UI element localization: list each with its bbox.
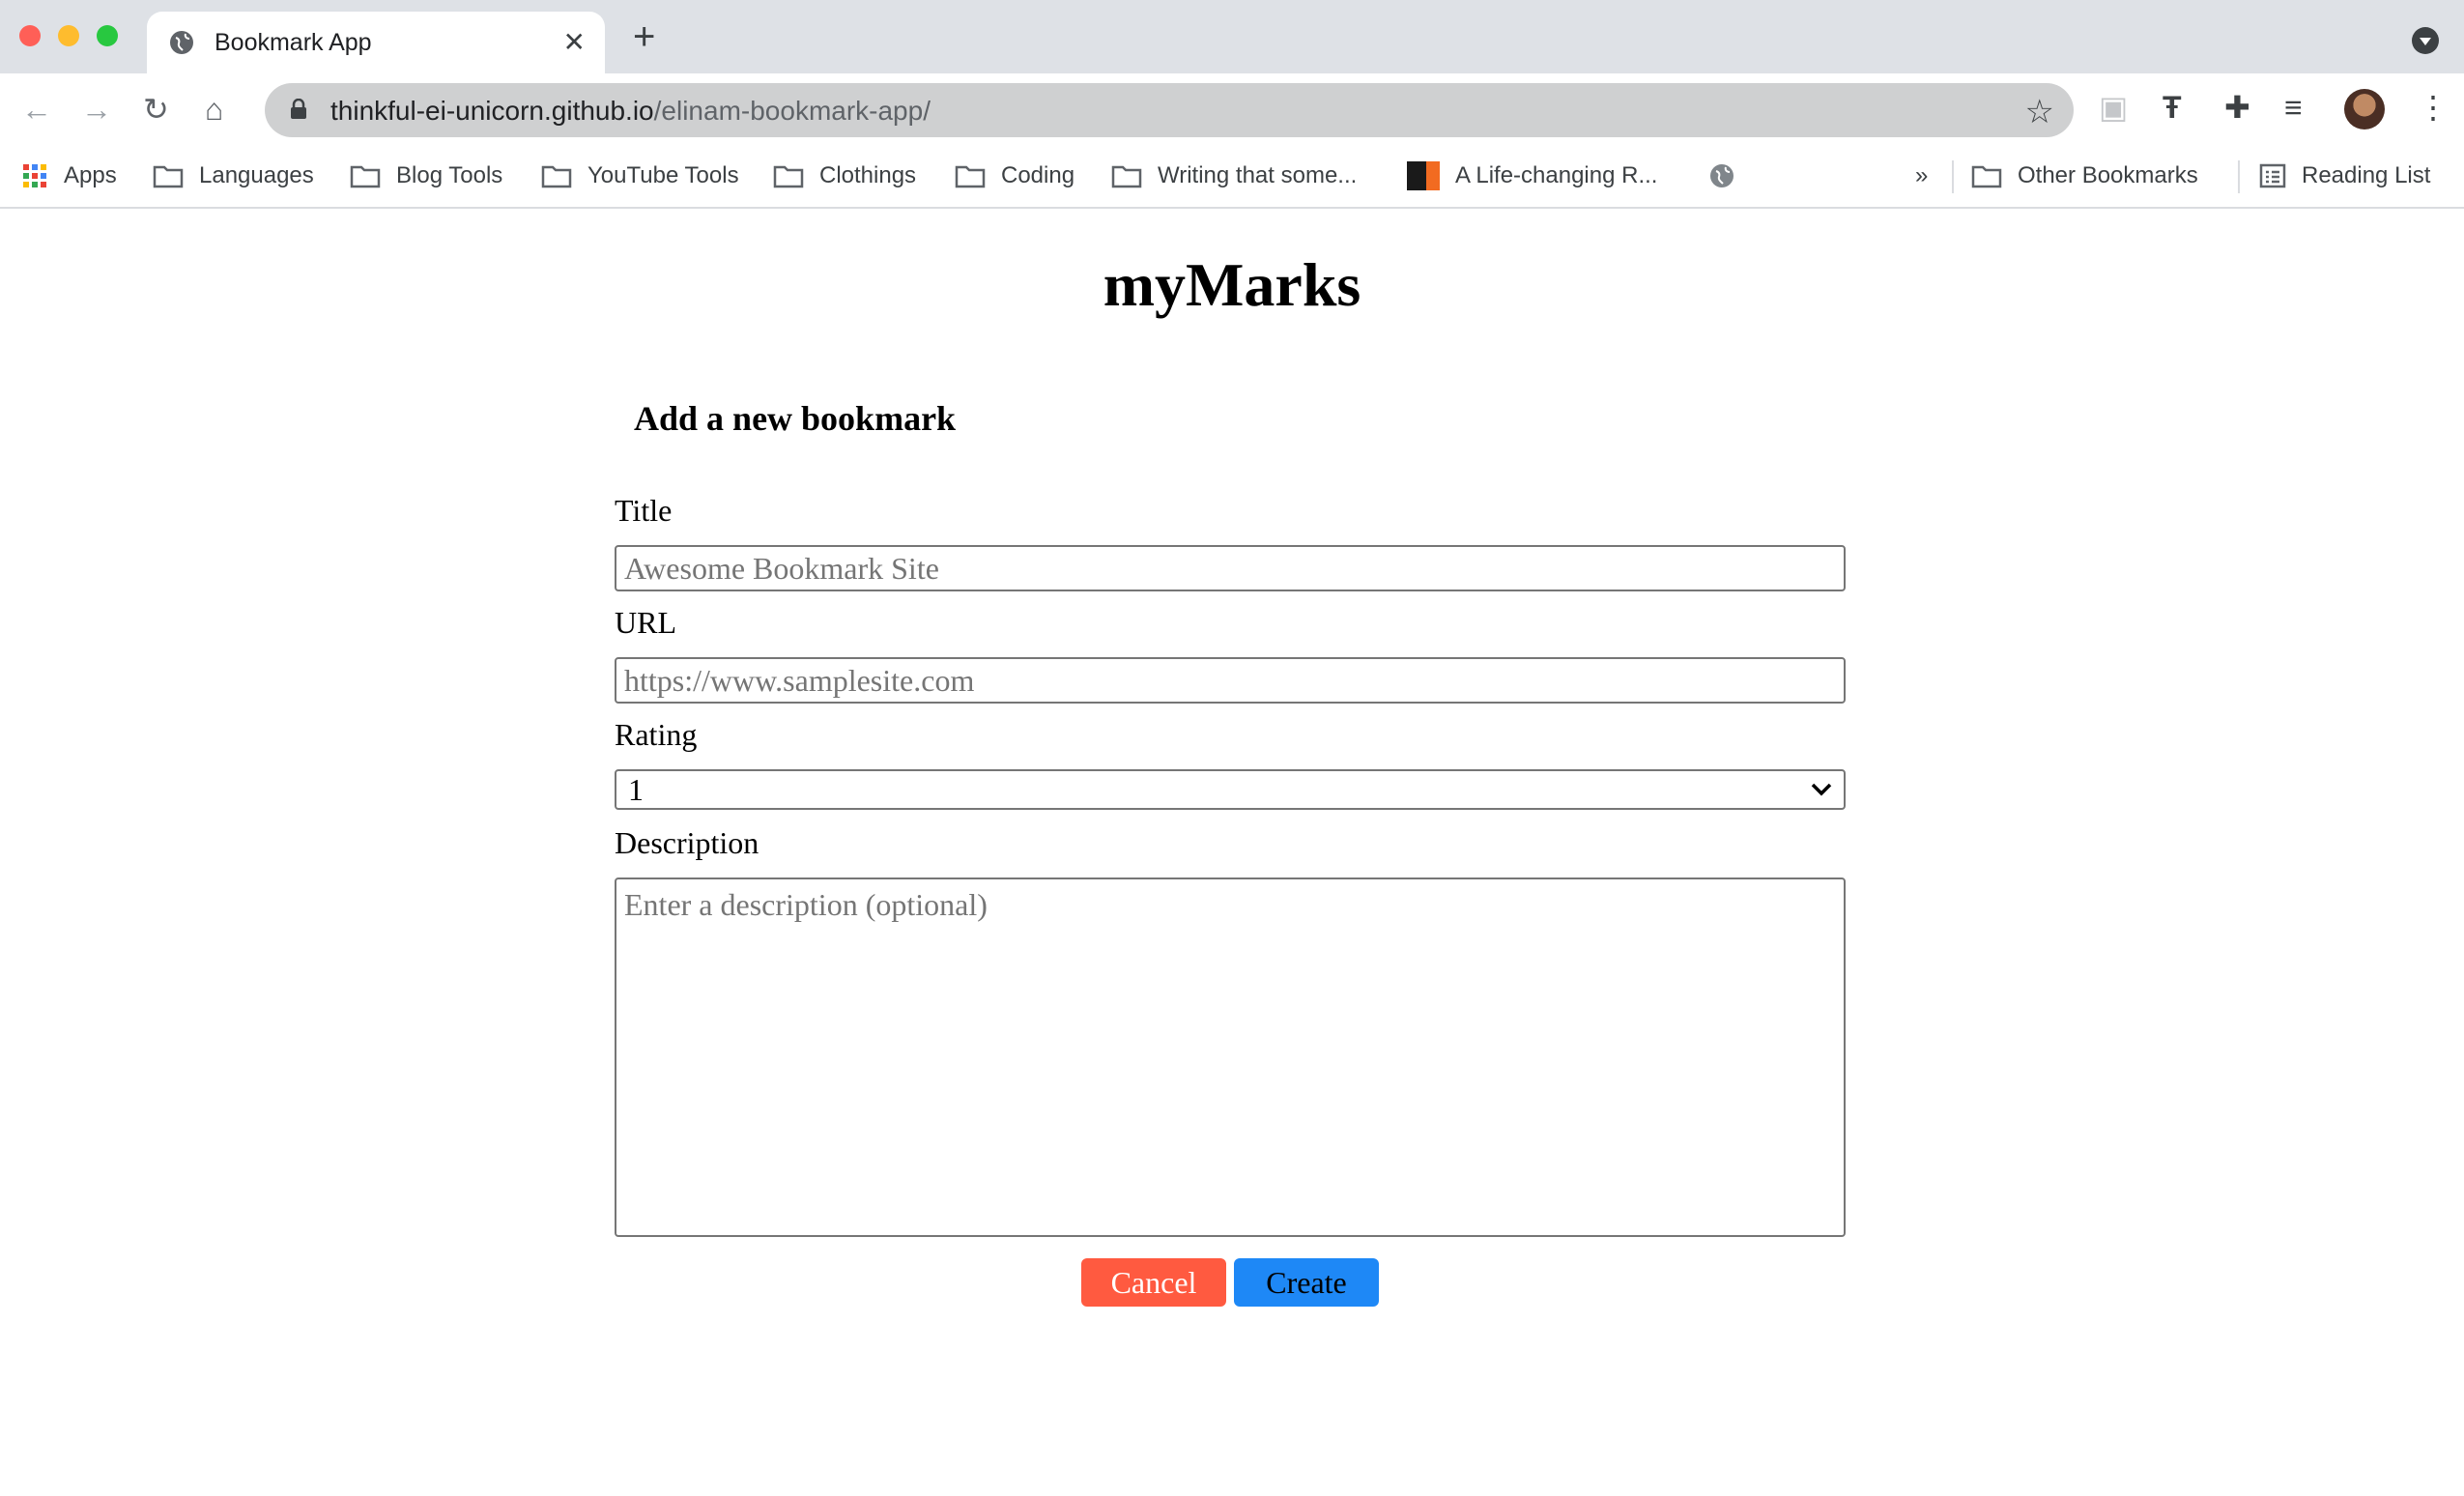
cancel-button[interactable]: Cancel bbox=[1081, 1258, 1226, 1307]
rating-label: Rating bbox=[615, 717, 698, 752]
bookmarks-overflow-button[interactable]: » bbox=[1915, 158, 1928, 193]
extension-icon[interactable]: ▣ bbox=[2099, 91, 2128, 124]
bookmark-folder-other[interactable]: Other Bookmarks bbox=[1971, 158, 2198, 193]
tab-search-icon[interactable] bbox=[2412, 27, 2439, 54]
folder-icon bbox=[1971, 165, 2002, 188]
window-zoom-button[interactable] bbox=[97, 25, 118, 46]
form-heading: Add a new bookmark bbox=[634, 399, 957, 438]
back-icon[interactable]: ← bbox=[21, 93, 52, 126]
bookmark-folder-coding[interactable]: Coding bbox=[955, 158, 1074, 193]
rating-selected-value: 1 bbox=[628, 771, 644, 807]
bookmark-globe[interactable] bbox=[1708, 158, 1751, 193]
new-tab-button[interactable]: + bbox=[633, 17, 655, 56]
puzzle-icon[interactable]: ✚ bbox=[2224, 91, 2250, 124]
bookmarks-divider bbox=[1952, 160, 1954, 193]
bookmark-folder-youtube-tools[interactable]: YouTube Tools bbox=[541, 158, 739, 193]
bookmarks-bar: Apps Languages Blog Tools YouTube Tools … bbox=[0, 147, 2464, 209]
media-icon[interactable]: ≡ bbox=[2284, 91, 2303, 124]
reload-icon[interactable]: ↻ bbox=[143, 93, 169, 126]
folder-icon bbox=[955, 165, 986, 188]
rating-select[interactable]: 1 bbox=[615, 769, 1846, 810]
folder-icon bbox=[153, 165, 184, 188]
apps-grid-icon bbox=[23, 164, 46, 187]
bookmark-folder-clothings[interactable]: Clothings bbox=[773, 158, 916, 193]
url-input[interactable] bbox=[615, 657, 1846, 704]
window-close-button[interactable] bbox=[19, 25, 41, 46]
globe-icon bbox=[1710, 164, 1733, 187]
forward-icon[interactable]: → bbox=[81, 93, 112, 126]
text-extension-icon[interactable]: Ŧ bbox=[2163, 91, 2182, 124]
chevron-down-icon bbox=[1811, 783, 1832, 796]
folder-icon bbox=[541, 165, 572, 188]
folder-icon bbox=[773, 165, 804, 188]
bookmark-life-changing[interactable]: A Life-changing R... bbox=[1407, 158, 1657, 193]
tab-close-icon[interactable]: ✕ bbox=[563, 29, 586, 56]
reading-list-icon bbox=[2259, 163, 2286, 188]
browser-tab[interactable]: Bookmark App ✕ bbox=[147, 12, 605, 73]
browser-tab-bar: Bookmark App ✕ + bbox=[0, 0, 2464, 73]
lock-icon bbox=[290, 98, 307, 125]
tab-title: Bookmark App bbox=[215, 29, 372, 56]
site-favicon-icon bbox=[1407, 161, 1440, 190]
app-title: myMarks bbox=[1103, 250, 1361, 319]
title-label: Title bbox=[615, 493, 673, 528]
reading-list-button[interactable]: Reading List bbox=[2259, 158, 2430, 193]
address-bar[interactable]: thinkful-ei-unicorn.github.io/elinam-boo… bbox=[265, 83, 2074, 137]
title-input[interactable] bbox=[615, 545, 1846, 591]
bookmarks-divider bbox=[2238, 160, 2240, 193]
create-button[interactable]: Create bbox=[1234, 1258, 1379, 1307]
bookmark-folder-blog-tools[interactable]: Blog Tools bbox=[350, 158, 502, 193]
page-content: myMarks Add a new bookmark Title URL Rat… bbox=[0, 209, 2464, 1496]
description-label: Description bbox=[615, 825, 759, 860]
url-label: URL bbox=[615, 605, 676, 640]
star-icon[interactable]: ☆ bbox=[2025, 93, 2054, 131]
bookmark-folder-writing[interactable]: Writing that some... bbox=[1111, 158, 1357, 193]
address-url: thinkful-ei-unicorn.github.io/elinam-boo… bbox=[330, 96, 931, 126]
kebab-icon[interactable]: ⋮ bbox=[2418, 91, 2449, 124]
folder-icon bbox=[1111, 165, 1142, 188]
window-minimize-button[interactable] bbox=[58, 25, 79, 46]
description-textarea[interactable] bbox=[615, 877, 1846, 1237]
home-icon[interactable]: ⌂ bbox=[205, 93, 223, 126]
avatar[interactable] bbox=[2344, 89, 2385, 129]
bookmark-folder-languages[interactable]: Languages bbox=[153, 158, 314, 193]
folder-icon bbox=[350, 165, 381, 188]
globe-icon bbox=[168, 29, 195, 61]
bookmark-apps[interactable]: Apps bbox=[21, 158, 117, 193]
